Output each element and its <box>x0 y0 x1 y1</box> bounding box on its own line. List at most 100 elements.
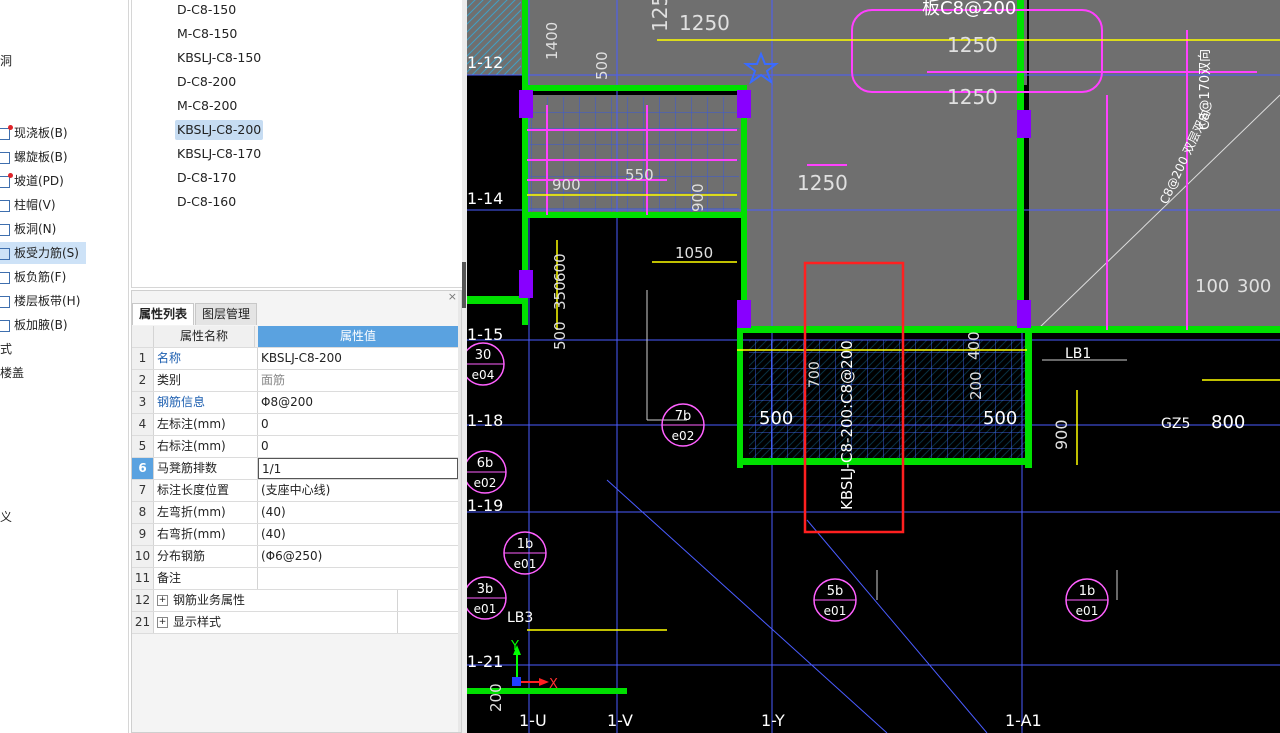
property-value[interactable]: 1/1 <box>258 458 458 479</box>
row-number: 3 <box>132 392 154 413</box>
axis-label: 1-A1 <box>1005 711 1042 730</box>
nav-item-custom[interactable]: 义 <box>0 506 120 528</box>
component-type-icon <box>0 124 13 140</box>
cad-drawing-viewport[interactable]: 1-12 1-14 1-15 1-18 1-19 1-21 1-U 1-V 1-Y 1-A1 125… <box>467 0 1280 733</box>
component-list-item[interactable]: M-C8-150 <box>175 24 239 44</box>
row-number: 7 <box>132 480 154 501</box>
dimension-text: 1250 <box>679 11 730 35</box>
property-row[interactable]: 8 左弯折(mm) (40) <box>132 502 460 524</box>
red-dot-badge <box>8 124 13 130</box>
component-list-item[interactable]: KBSLJ-C8-170 <box>175 144 263 164</box>
property-value[interactable]: (40) <box>258 502 461 523</box>
property-value[interactable]: (40) <box>258 524 461 545</box>
expand-icon[interactable]: + <box>157 595 168 606</box>
bubble-bottom-text: e01 <box>1076 604 1099 618</box>
nav-item-label: 螺旋板(B) <box>14 150 68 164</box>
dimension-text: 1400 <box>543 22 561 60</box>
tab-layer-management[interactable]: 图层管理 <box>195 303 258 325</box>
nav-item-slab-rebar[interactable]: 板受力筋(S) <box>0 242 86 264</box>
dimension-text: 1250 <box>797 171 848 195</box>
property-name: 钢筋信息 <box>154 392 258 413</box>
bubble-top-text: 30 <box>475 348 492 363</box>
property-row[interactable]: 12 + 钢筋业务属性 <box>132 590 460 612</box>
property-value[interactable]: (支座中心线) <box>258 480 461 501</box>
property-grid: 属性名称 属性值 1 名称 KBSLJ-C8-200 2 类别 面筋 3 钢筋信息 Φ8@200… <box>132 326 460 634</box>
property-row[interactable]: 1 名称 KBSLJ-C8-200 <box>132 348 460 370</box>
nav-item-ramp[interactable]: 坡道(PD) <box>0 170 120 192</box>
nav-item-style[interactable]: 式 <box>0 338 120 360</box>
property-row[interactable]: 2 类别 面筋 <box>132 370 460 392</box>
nav-item-hole[interactable]: 洞 <box>0 50 120 72</box>
component-list-item[interactable]: D-C8-160 <box>175 192 238 212</box>
component-list-item[interactable]: M-C8-200 <box>175 96 239 116</box>
row-number: 11 <box>132 568 154 589</box>
nav-item-label: 板负筋(F) <box>14 270 67 284</box>
nav-item-label: 义 <box>0 510 13 524</box>
dimension-text: 900 <box>1052 419 1071 450</box>
bubble-bottom-text: e01 <box>514 557 537 571</box>
property-row[interactable]: 5 右标注(mm) 0 <box>132 436 460 458</box>
nav-item-label: 板洞(N) <box>14 222 57 236</box>
property-value[interactable]: (Φ6@250) <box>258 546 461 567</box>
property-value[interactable]: 0 <box>258 436 461 457</box>
property-value[interactable]: KBSLJ-C8-200 <box>258 348 461 369</box>
component-list-item[interactable]: D-C8-150 <box>175 0 238 20</box>
nav-item-floor-cover[interactable]: 楼盖 <box>0 362 120 384</box>
nav-item-label: 洞 <box>0 54 13 68</box>
bubble-top-text: 3b <box>477 582 494 597</box>
dimension-text: 500 <box>593 51 611 80</box>
component-list-item[interactable]: D-C8-170 <box>175 168 238 188</box>
property-name: 左弯折(mm) <box>154 502 258 523</box>
property-value[interactable]: 0 <box>258 414 461 435</box>
nav-item-slab-haunch[interactable]: 板加腋(B) <box>0 314 120 336</box>
property-row[interactable]: 9 右弯折(mm) (40) <box>132 524 460 546</box>
property-row[interactable]: 3 钢筋信息 Φ8@200 <box>132 392 460 414</box>
tab-property-list[interactable]: 属性列表 <box>132 303 195 325</box>
property-row[interactable]: 7 标注长度位置 (支座中心线) <box>132 480 460 502</box>
header-num-cell <box>132 326 154 347</box>
nav-item-spiral-slab[interactable]: 螺旋板(B) <box>0 146 120 168</box>
nav-item-floor-strip[interactable]: 楼层板带(H) <box>0 290 120 312</box>
nav-item-label: 柱帽(V) <box>14 198 56 212</box>
nav-item-column-cap[interactable]: 柱帽(V) <box>0 194 120 216</box>
panel-scrollbar[interactable] <box>458 291 461 732</box>
ucs-x-label: X <box>549 677 558 692</box>
component-list-item[interactable]: KBSLJ-C8-150 <box>175 48 263 68</box>
dimension-text: 800 <box>1211 412 1245 433</box>
component-list-item[interactable]: D-C8-200 <box>175 72 238 92</box>
property-value[interactable]: Φ8@200 <box>258 392 461 413</box>
property-row[interactable]: 10 分布钢筋 (Φ6@250) <box>132 546 460 568</box>
property-row[interactable]: 4 左标注(mm) 0 <box>132 414 460 436</box>
nav-item-slab-hole[interactable]: 板洞(N) <box>0 218 120 240</box>
splitter-grip[interactable] <box>462 262 466 308</box>
property-name: 备注 <box>154 568 258 589</box>
rebar-label: LB3 <box>507 610 533 626</box>
rebar-mesh[interactable] <box>529 97 739 215</box>
nav-item-label: 板受力筋(S) <box>14 246 79 260</box>
rebar-label: 板C8@200 <box>922 0 1016 19</box>
property-name: 马凳筋排数 <box>154 458 258 479</box>
row-number: 6 <box>132 458 154 479</box>
bubble-bottom-text: e02 <box>474 476 497 490</box>
nav-item-slab-neg-rebar[interactable]: 板负筋(F) <box>0 266 120 288</box>
property-value[interactable] <box>258 568 461 589</box>
property-row[interactable]: 21 + 显示样式 <box>132 612 460 634</box>
property-name: 类别 <box>154 370 258 391</box>
bubble-top-text: 1b <box>1079 584 1096 599</box>
component-list-item[interactable]: KBSLJ-C8-200 <box>175 120 264 140</box>
axis-label: 1-15 <box>467 325 503 344</box>
property-row[interactable]: 11 备注 <box>132 568 460 590</box>
red-dot-badge <box>8 172 13 178</box>
dimension-text: 1250 <box>648 0 672 32</box>
dimension-text: 900 <box>689 183 707 212</box>
property-value[interactable]: 面筋 <box>258 370 461 391</box>
property-name: 右弯折(mm) <box>154 524 258 545</box>
bubble-bottom-text: e02 <box>672 429 695 443</box>
component-type-icon <box>0 172 13 188</box>
expand-icon[interactable]: + <box>157 617 168 628</box>
property-row[interactable]: 6 马凳筋排数 1/1 <box>132 458 460 480</box>
bubble-top-text: 5b <box>827 584 844 599</box>
panel-close-button[interactable]: × <box>448 291 457 303</box>
slab-region[interactable] <box>747 85 1017 330</box>
nav-item-cast-slab[interactable]: 现浇板(B) <box>0 122 120 144</box>
